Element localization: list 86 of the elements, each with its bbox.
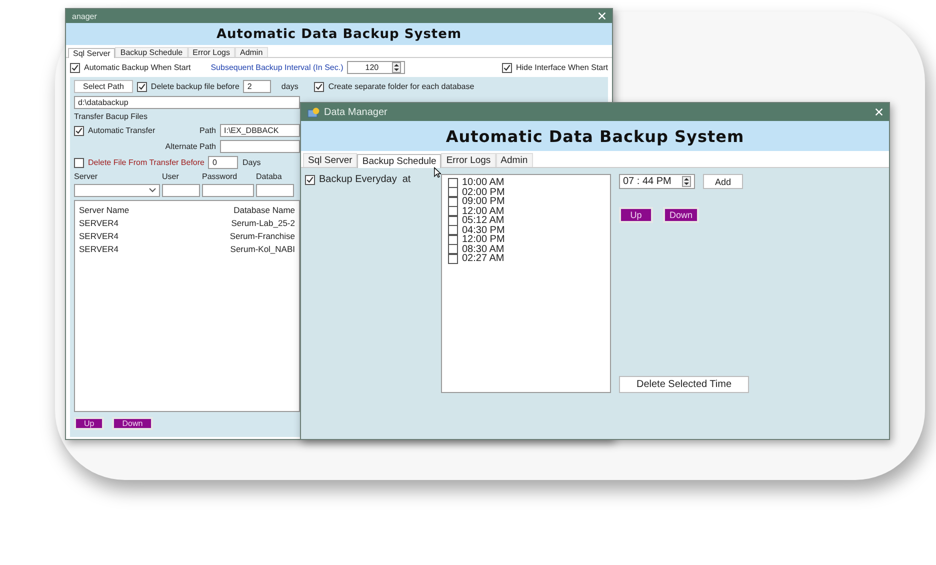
number-spinner[interactable]: 120 [347, 61, 406, 74]
checkbox[interactable] [70, 62, 80, 72]
tab[interactable]: Sql Server [303, 153, 358, 167]
unit-label: Days [242, 158, 261, 167]
unit-label: days [281, 82, 298, 91]
delete-selected-time-button[interactable]: Delete Selected Time [619, 376, 749, 393]
list-item[interactable]: SERVER4 [79, 231, 130, 241]
down-button[interactable]: Down [663, 207, 699, 223]
app-heading: Automatic Data Backup System [446, 126, 744, 146]
time-label: 05:12 AM [462, 215, 504, 226]
days-field[interactable]: 2 [243, 80, 272, 93]
app-heading: Automatic Data Backup System [216, 26, 462, 42]
time-label: 09:00 PM [462, 196, 505, 208]
time-label: 02:27 AM [462, 253, 504, 264]
time-label: 12:00 AM [462, 206, 504, 217]
field-label: Alternate Path [165, 142, 216, 151]
add-button[interactable]: Add [703, 174, 743, 189]
path-field[interactable]: d:\databackup [74, 96, 300, 109]
caret-icon [149, 188, 156, 193]
path-field[interactable]: I:\EX_DBBACK [220, 124, 300, 137]
database-field[interactable] [256, 184, 294, 197]
list-item[interactable]: Serum-Kol_NABI [230, 244, 295, 254]
checkbox[interactable] [448, 216, 458, 226]
checkbox[interactable] [448, 225, 458, 236]
checkbox[interactable] [448, 254, 458, 264]
checkbox[interactable] [305, 174, 315, 184]
column-label: User [162, 172, 180, 181]
tab[interactable]: Error Logs [188, 47, 235, 57]
field-label: Path [200, 126, 216, 135]
list-item[interactable]: SERVER4 [79, 244, 130, 254]
server-dropdown[interactable] [74, 184, 160, 197]
checkbox[interactable] [136, 82, 147, 92]
time-label: 02:00 PM [462, 186, 505, 198]
time-label: 08:30 AM [462, 244, 504, 255]
checkbox-label: Create separate folder for each database [328, 82, 474, 91]
days-field[interactable]: 0 [208, 156, 238, 169]
checkbox[interactable] [448, 178, 458, 188]
select-path-button[interactable]: Select Path [74, 80, 133, 93]
checkbox[interactable] [448, 196, 458, 207]
path-field[interactable] [220, 140, 300, 153]
field-label: Subsequent Backup Interval (In Sec.) [210, 63, 344, 72]
spin-arrows-icon[interactable] [392, 62, 402, 73]
tab[interactable]: Sql Server [68, 48, 116, 58]
checkbox[interactable] [314, 82, 324, 92]
checkbox[interactable] [448, 187, 458, 198]
checkbox-label: Automatic Transfer [88, 126, 156, 135]
checkbox[interactable] [74, 126, 84, 136]
close-icon[interactable] [875, 108, 883, 116]
column-header: Server Name [79, 205, 130, 215]
column-label: Server [74, 172, 99, 181]
column-header: Database Name [234, 205, 295, 215]
section-label: Transfer Bacup Files [74, 112, 149, 121]
tab[interactable]: Admin [496, 153, 533, 167]
column-label: Password [202, 172, 238, 181]
spin-arrows-icon[interactable] [682, 176, 691, 187]
tab[interactable]: Admin [234, 47, 268, 57]
checkbox[interactable] [448, 244, 458, 254]
column-label: Databa [256, 172, 283, 181]
list-item[interactable]: Serum-Lab_25-2 [231, 218, 295, 228]
time-picker[interactable]: 07 : 44 PM [619, 174, 695, 189]
close-icon[interactable] [598, 12, 606, 20]
password-field[interactable] [202, 184, 254, 197]
checkbox-label: Delete backup file before [150, 82, 240, 91]
checkbox[interactable] [74, 158, 84, 168]
tab[interactable]: Backup Schedule [357, 154, 442, 168]
checkbox[interactable] [448, 234, 458, 245]
window-title: anager [72, 12, 97, 20]
time-label: 12:00 PM [462, 234, 505, 246]
list-item[interactable]: Serum-Franchise [230, 231, 295, 241]
up-button[interactable]: Up [619, 207, 653, 223]
time-label: 10:00 AM [462, 177, 504, 188]
down-button[interactable]: Down [112, 417, 153, 430]
list-item[interactable]: SERVER4 [79, 218, 130, 228]
checkbox-label: Delete File From Transfer Before [88, 158, 204, 167]
time-label: 04:30 PM [462, 224, 505, 236]
checkbox-label: Automatic Backup When Start [84, 63, 191, 72]
checkbox[interactable] [448, 206, 458, 216]
checkbox[interactable] [502, 62, 512, 72]
app-icon [307, 106, 320, 118]
checkbox-label: Hide Interface When Start [516, 63, 608, 72]
window-title: Data Manager [324, 106, 388, 118]
up-button[interactable]: Up [74, 417, 104, 430]
checkbox-label: Backup Everyday at [319, 174, 411, 185]
user-field[interactable] [162, 184, 200, 197]
tab[interactable]: Error Logs [441, 153, 496, 167]
tab[interactable]: Backup Schedule [115, 47, 188, 57]
